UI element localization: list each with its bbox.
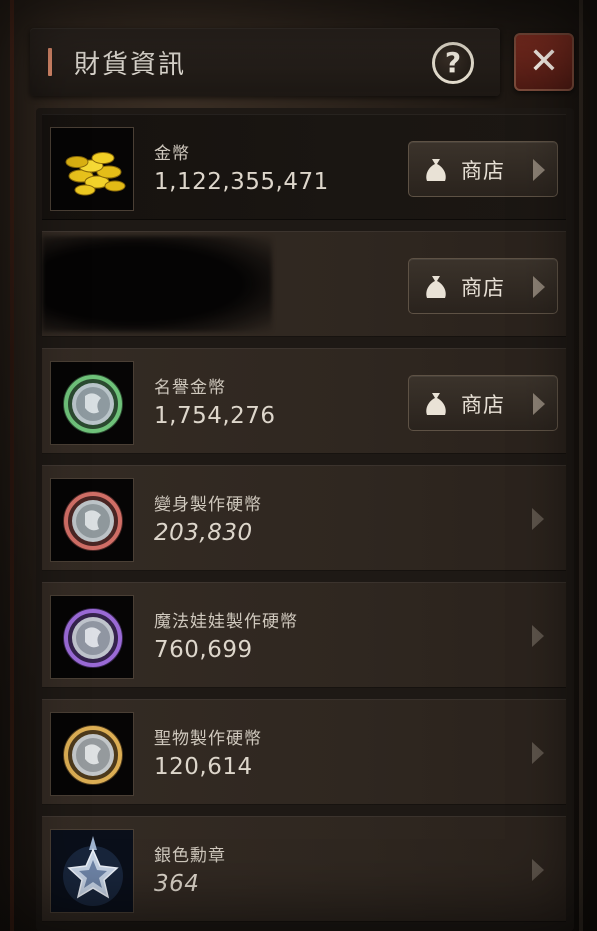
shop-label: 商店: [461, 393, 505, 417]
currency-amount: 760,699: [154, 637, 253, 663]
shop-button-redacted[interactable]: 商店: [408, 258, 558, 314]
currency-name: 銀色勳章: [154, 846, 226, 866]
title-bar: 財貨資訊 ?: [30, 28, 500, 96]
currency-name: 聖物製作硬幣: [154, 729, 262, 749]
currency-info-window: 財貨資訊 ? ✕ 金幣 1,122,355,471 商店 商店 名譽金幣 1,7…: [0, 0, 597, 931]
currency-row-transform-coin[interactable]: 變身製作硬幣 203,830: [42, 465, 566, 571]
window-right-border: [579, 0, 583, 931]
currency-list: 金幣 1,122,355,471 商店 商店 名譽金幣 1,754,276 商店…: [36, 108, 574, 931]
currency-row-redacted[interactable]: 商店: [42, 231, 566, 337]
currency-name: 名譽金幣: [154, 378, 226, 398]
currency-row-doll-coin[interactable]: 魔法娃娃製作硬幣 760,699: [42, 582, 566, 688]
redacted-area: [42, 236, 272, 332]
chevron-right-icon: [532, 742, 544, 764]
chevron-right-icon: [533, 393, 545, 415]
chevron-right-icon: [533, 159, 545, 181]
money-bag-icon: [426, 276, 446, 298]
currency-name: 魔法娃娃製作硬幣: [154, 612, 298, 632]
currency-name: 變身製作硬幣: [154, 495, 262, 515]
money-bag-icon: [426, 159, 446, 181]
money-bag-icon: [426, 393, 446, 415]
chevron-right-icon: [532, 859, 544, 881]
shop-label: 商店: [461, 159, 505, 183]
currency-amount: 1,122,355,471: [154, 169, 329, 195]
transform-coin-icon: [50, 478, 134, 562]
currency-row-gold[interactable]: 金幣 1,122,355,471 商店: [42, 114, 566, 220]
currency-row-honor-coin[interactable]: 名譽金幣 1,754,276 商店: [42, 348, 566, 454]
close-button[interactable]: ✕: [514, 33, 574, 91]
currency-row-silver-medal[interactable]: 銀色勳章 364: [42, 816, 566, 922]
doll-coin-icon: [50, 595, 134, 679]
currency-amount: 203,830: [154, 520, 253, 546]
chevron-right-icon: [533, 276, 545, 298]
gold-coins-icon: [50, 127, 134, 211]
chevron-right-icon: [532, 508, 544, 530]
currency-amount: 120,614: [154, 754, 253, 780]
title-accent-mark: [48, 48, 52, 76]
shop-label: 商店: [461, 276, 505, 300]
chevron-right-icon: [532, 625, 544, 647]
shop-button-honor-coin[interactable]: 商店: [408, 375, 558, 431]
shop-button-gold[interactable]: 商店: [408, 141, 558, 197]
help-button[interactable]: ?: [432, 42, 474, 84]
silver-medal-icon: [50, 829, 134, 913]
window-left-border: [10, 0, 14, 931]
currency-name: 金幣: [154, 144, 190, 164]
currency-amount: 1,754,276: [154, 403, 276, 429]
honor-coin-icon: [50, 361, 134, 445]
currency-amount: 364: [154, 871, 200, 897]
relic-coin-icon: [50, 712, 134, 796]
window-title: 財貨資訊: [74, 50, 187, 80]
currency-row-relic-coin[interactable]: 聖物製作硬幣 120,614: [42, 699, 566, 805]
